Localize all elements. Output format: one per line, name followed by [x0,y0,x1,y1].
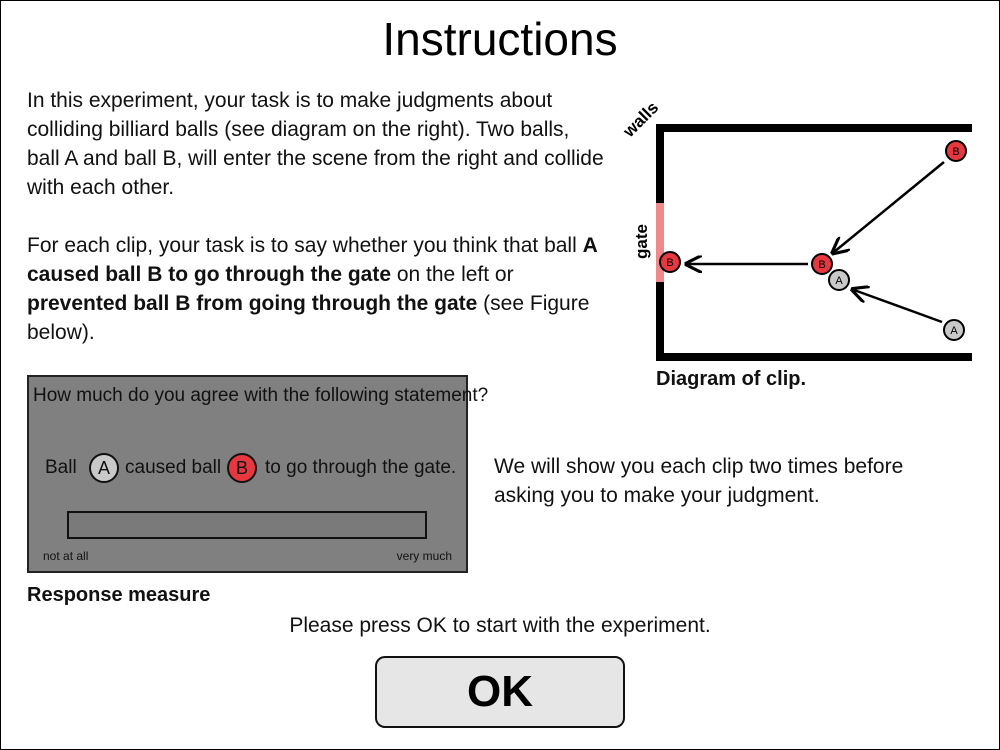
response-measure-figure: How much do you agree with the following… [27,375,488,573]
ball-b-at-gate: B [659,251,681,273]
intro-paragraph-1: In this experiment, your task is to make… [27,89,604,199]
intro-p2-text-2: on the left or [391,263,514,286]
intro-p2-text-1: For each clip, your task is to say wheth… [27,234,583,257]
svg-text:A: A [835,275,843,287]
slider-max-label: very much [396,549,452,563]
statement-ball-a: A [89,453,119,483]
ok-button[interactable]: OK [375,656,625,728]
ball-b-collision: B [811,253,833,275]
clip-diagram: walls gate B B A A B [619,98,972,361]
page-title: Instructions [382,13,618,65]
wall-top [656,124,972,203]
statement-word-ball: Ball [45,457,77,478]
show-twice-note: We will show you each clip two times bef… [494,455,904,507]
statement-ball-b: B [227,453,257,483]
wall-bottom [656,282,972,361]
response-caption: Response measure [27,584,211,606]
ball-a-collision: A [828,269,850,291]
statement-word-caused: caused ball [125,457,222,478]
walls-label: walls [619,98,663,142]
svg-text:B: B [818,259,825,271]
gate-label: gate [632,224,651,259]
arrow-a-incoming [854,290,943,324]
start-prompt: Please press OK to start with the experi… [289,614,711,637]
ball-b-start: B [945,140,967,162]
arrow-b-incoming [834,161,945,252]
diagram-caption: Diagram of clip. [656,368,807,390]
svg-text:A: A [950,325,958,337]
agreement-slider [67,511,427,539]
svg-text:B: B [666,257,673,269]
ball-a-start: A [943,319,965,341]
svg-text:B: B [952,146,959,158]
slider-min-label: not at all [43,549,89,563]
intro-text: In this experiment, your task is to make… [27,86,607,347]
response-question: How much do you agree with the following… [33,385,489,406]
statement-word-gate: to go through the gate. [265,457,457,478]
intro-p2-bold-prevented: prevented ball B from going through the … [27,292,478,315]
intro-paragraph-2: For each clip, your task is to say wheth… [27,231,607,347]
